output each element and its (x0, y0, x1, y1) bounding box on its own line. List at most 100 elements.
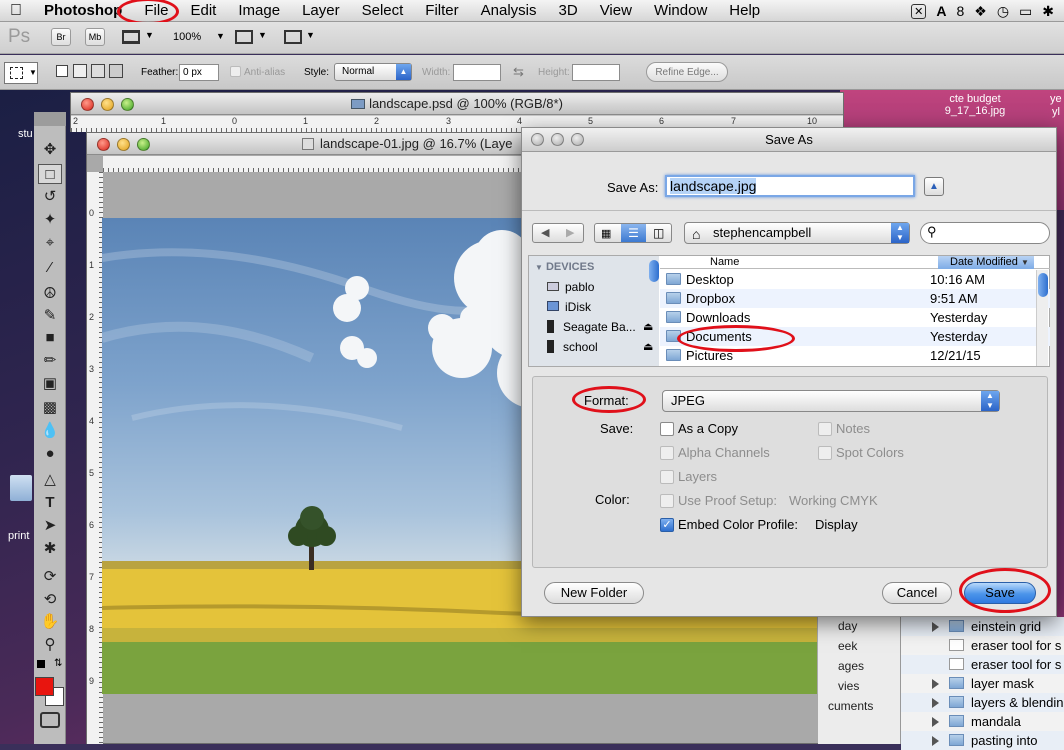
filename-input[interactable]: landscape.jpg (665, 175, 915, 197)
marquee-tool-icon[interactable]: □ (38, 164, 62, 184)
lasso-tool-icon[interactable]: ↺ (38, 187, 62, 207)
status-x-icon[interactable]: ✕ (911, 3, 927, 19)
file-row-desktop[interactable]: Desktop 10:16 AM (660, 270, 1050, 289)
pen-tool-icon[interactable]: △ (38, 470, 62, 490)
list-item[interactable]: layers & blendin (901, 693, 1064, 712)
desktop-label-print[interactable]: print (8, 530, 29, 542)
disclosure-triangle-icon[interactable] (932, 679, 939, 689)
sidebar-fragment-item[interactable]: cuments (828, 699, 873, 713)
sidebar-item-idisk[interactable]: iDisk (547, 298, 659, 316)
scrollbar-thumb[interactable] (1038, 273, 1048, 297)
dialog-titlebar[interactable]: Save As (522, 128, 1056, 152)
desktop-folder-icon[interactable] (10, 475, 32, 501)
sidebar-item-seagate[interactable]: Seagate Ba... ⏏ (547, 318, 659, 336)
subtract-selection-icon[interactable] (91, 64, 105, 78)
dodge-tool-icon[interactable]: ● (38, 444, 62, 464)
sidebar-fragment-item[interactable]: vies (838, 679, 859, 693)
feather-input[interactable]: 0 px (179, 64, 219, 81)
close-button[interactable] (81, 98, 94, 111)
shape-tool-icon[interactable]: ✱ (38, 539, 62, 559)
path-selection-icon[interactable]: ➤ (38, 516, 62, 536)
collapse-dialog-button[interactable]: ▲ (924, 177, 944, 196)
sidebar-fragment-item[interactable]: day (838, 619, 857, 633)
file-row-dropbox[interactable]: Dropbox 9:51 AM (660, 289, 1050, 308)
location-popup[interactable]: ⌂ stephencampbell ▲ ▼ (684, 222, 910, 244)
crop-tool-icon[interactable]: ⌖ (38, 233, 62, 253)
menu-layer[interactable]: Layer (291, 2, 351, 19)
dropbox-icon[interactable]: ❖ (974, 3, 987, 20)
view-extras-icon[interactable] (122, 30, 140, 44)
move-tool-icon[interactable]: ✥ (38, 140, 62, 160)
close-button[interactable] (531, 133, 544, 146)
blur-tool-icon[interactable]: 💧 (38, 421, 62, 441)
search-input[interactable]: ⚲ (920, 222, 1050, 244)
disclosure-triangle-icon[interactable] (932, 698, 939, 708)
new-selection-icon[interactable] (56, 65, 68, 77)
column-header-date-modified[interactable]: Date Modified ▼ (938, 256, 1034, 269)
embed-color-profile-checkbox[interactable]: ✓ (660, 518, 674, 532)
list-item[interactable]: eraser tool for s (901, 655, 1064, 674)
type-tool-icon[interactable]: T (38, 493, 62, 513)
minimize-button[interactable] (101, 98, 114, 111)
chevron-down-icon[interactable]: ▼ (145, 30, 154, 40)
height-input[interactable] (572, 64, 620, 81)
antialias-checkbox[interactable] (230, 66, 241, 77)
foreground-color-swatch[interactable] (35, 677, 54, 696)
minimize-button[interactable] (117, 138, 130, 151)
as-a-copy-checkbox[interactable] (660, 422, 674, 436)
bridge-button[interactable]: Br (51, 28, 71, 46)
close-button[interactable] (97, 138, 110, 151)
column-view-icon[interactable]: ◫ (653, 226, 664, 240)
brush-tool-icon[interactable]: ✎ (38, 306, 62, 326)
screen-mode-dropdown-icon[interactable]: ▼ (306, 30, 315, 40)
tools-panel-header[interactable] (34, 112, 66, 126)
menu-help[interactable]: Help (718, 2, 771, 19)
screen-mode-icon[interactable] (284, 30, 302, 44)
menu-select[interactable]: Select (351, 2, 415, 19)
zoom-button[interactable] (571, 133, 584, 146)
forward-arrow-icon[interactable]: ▶ (566, 226, 574, 239)
bluetooth-icon[interactable]: ✱ (1042, 3, 1054, 20)
minimize-button[interactable] (551, 133, 564, 146)
disclosure-triangle-icon[interactable] (932, 736, 939, 746)
list-item[interactable]: layer mask (901, 674, 1064, 693)
refine-edge-button[interactable]: Refine Edge... (646, 62, 728, 82)
cancel-button[interactable]: Cancel (882, 582, 952, 604)
zoom-dropdown-icon[interactable]: ▼ (216, 31, 225, 41)
menu-image[interactable]: Image (227, 2, 291, 19)
width-input[interactable] (453, 64, 501, 81)
minibridge-button[interactable]: Mb (85, 28, 105, 46)
list-item[interactable]: mandala (901, 712, 1064, 731)
list-item[interactable]: eraser tool for s (901, 636, 1064, 655)
eject-icon[interactable]: ⏏ (643, 338, 653, 356)
zoom-button[interactable] (137, 138, 150, 151)
magic-wand-tool-icon[interactable]: ✦ (38, 210, 62, 230)
quick-mask-icon[interactable] (40, 712, 60, 728)
clone-stamp-icon[interactable]: ■ (38, 328, 62, 348)
menu-analysis[interactable]: Analysis (470, 2, 548, 19)
sidebar-fragment-item[interactable]: eek (838, 639, 857, 653)
sidebar-item-school[interactable]: school ⏏ (547, 338, 659, 356)
adobe-icon[interactable]: A (936, 3, 946, 19)
window-titlebar[interactable]: landscape.psd @ 100% (RGB/8*) (71, 93, 843, 115)
hand-tool-icon[interactable]: ✋ (38, 612, 62, 632)
new-folder-button[interactable]: New Folder (544, 582, 644, 604)
desktop-icon-label-cte-budget[interactable]: cte budget 9_17_16.jpg (940, 93, 1010, 117)
list-item[interactable]: einstein grid (901, 617, 1064, 636)
disclosure-triangle-icon[interactable] (932, 622, 939, 632)
add-to-selection-icon[interactable] (73, 64, 87, 78)
zoom-level[interactable]: 100% (173, 31, 201, 43)
zoom-button[interactable] (121, 98, 134, 111)
eraser-tool-icon[interactable]: ▣ (38, 374, 62, 394)
eject-icon[interactable]: ⏏ (643, 318, 653, 336)
back-arrow-icon[interactable]: ◀ (541, 226, 549, 239)
desktop-icon-label-ye[interactable]: ye (1050, 93, 1062, 105)
healing-brush-icon[interactable]: ☮ (38, 284, 62, 304)
list-item[interactable]: pasting into (901, 731, 1064, 750)
sidebar-scrollbar[interactable] (649, 260, 659, 282)
swap-colors-icon[interactable]: ⇅ (54, 658, 62, 669)
arrange-dropdown-icon[interactable]: ▼ (258, 30, 267, 40)
default-colors-icon[interactable] (37, 660, 45, 668)
apple-icon[interactable]:  (0, 2, 33, 20)
sidebar-fragment-item[interactable]: ages (838, 659, 864, 673)
